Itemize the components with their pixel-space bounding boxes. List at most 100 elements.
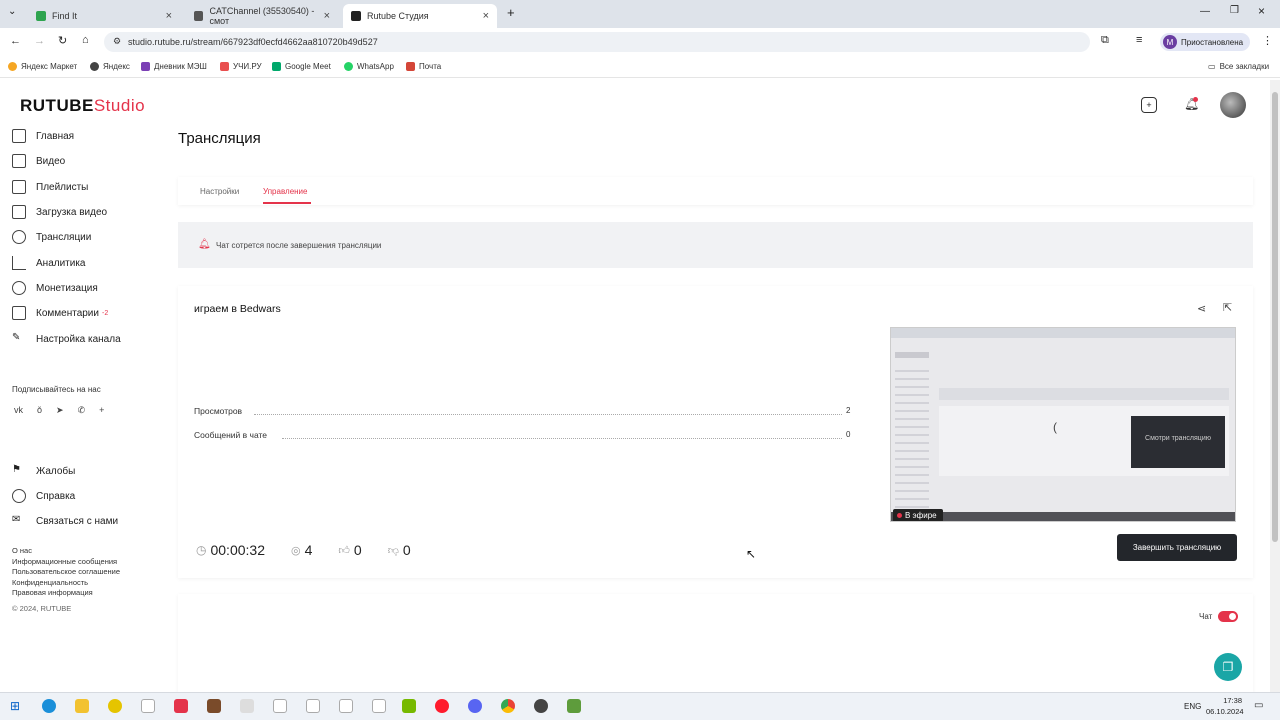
bookmark-whatsapp[interactable]: WhatsApp: [344, 62, 394, 71]
chrome-icon[interactable]: [501, 699, 515, 713]
document-icon[interactable]: [306, 699, 320, 713]
footer-link-info[interactable]: Информационные сообщения: [12, 557, 120, 568]
vk-icon[interactable]: vk: [14, 405, 23, 416]
profile-button[interactable]: M Приостановлена: [1160, 33, 1250, 51]
close-tab-icon[interactable]: ×: [483, 10, 489, 22]
browser-tab-rutube-studio[interactable]: Rutube Студия ×: [343, 4, 497, 28]
support-chat-icon[interactable]: ❐: [1214, 653, 1242, 681]
preview-bottom-bar: [891, 512, 1235, 521]
tab-favicon-icon: [194, 11, 204, 21]
bookmark-google-meet[interactable]: Google Meet: [272, 62, 331, 71]
footer-link-about[interactable]: О нас: [12, 546, 120, 557]
notifications-icon[interactable]: ▭: [1254, 700, 1263, 711]
views-value: 2: [846, 406, 851, 415]
plus-icon[interactable]: +: [99, 405, 104, 416]
clock[interactable]: 17:38 06.10.2024: [1206, 695, 1244, 717]
stream-card: играем в Bedwars ⋖ ⇱ Просмотров 2 Сообще…: [178, 286, 1253, 578]
ok-icon[interactable]: ǒ: [37, 405, 42, 416]
obs-icon[interactable]: [534, 699, 548, 713]
bookmark-uchi[interactable]: УЧИ.РУ: [220, 62, 262, 71]
browser-tab-catchannel[interactable]: CATChannel (35530540) - смот ×: [186, 4, 338, 28]
address-bar[interactable]: ⚙ studio.rutube.ru/stream/667923df0ecfd4…: [104, 32, 1090, 52]
tab-search-icon[interactable]: ⌄: [8, 6, 16, 17]
sidebar-item-playlists[interactable]: Плейлисты: [12, 178, 88, 196]
home-icon[interactable]: ⌂: [82, 34, 89, 46]
start-menu-icon[interactable]: ⊞: [10, 699, 20, 713]
telegram-icon[interactable]: ➤: [56, 405, 64, 416]
reading-list-icon[interactable]: ≡: [1136, 34, 1142, 46]
forward-icon[interactable]: →: [34, 35, 45, 47]
bookmark-label: Яндекс Маркет: [21, 62, 78, 71]
notifications-bell-icon[interactable]: 🔔︎: [1184, 97, 1199, 111]
notification-dot: [1193, 97, 1198, 102]
sidebar-item-home[interactable]: Главная: [12, 127, 74, 145]
page-scrollbar[interactable]: [1270, 80, 1280, 692]
discord-icon[interactable]: [468, 699, 482, 713]
footer-link-legal[interactable]: Правовая информация: [12, 588, 120, 599]
sidebar-item-help[interactable]: Справка: [12, 487, 75, 505]
minimize-icon[interactable]: —: [1200, 6, 1210, 17]
sidebar-item-comments[interactable]: Комментарии -2: [12, 304, 108, 322]
chat-toggle[interactable]: [1218, 611, 1238, 622]
new-tab-icon[interactable]: +: [507, 5, 515, 20]
language-indicator[interactable]: ENG: [1184, 702, 1201, 711]
rutube-studio-logo[interactable]: RUTUBEStudio: [20, 96, 145, 116]
close-window-icon[interactable]: ×: [1258, 4, 1265, 18]
sidebar-item-complaints[interactable]: ⚑ Жалобы: [12, 462, 75, 480]
end-stream-button[interactable]: Завершить трансляцию: [1117, 534, 1237, 561]
opera-icon[interactable]: [435, 699, 449, 713]
shield-app-icon[interactable]: [240, 699, 254, 713]
document-icon[interactable]: [141, 699, 155, 713]
sidebar-item-upload[interactable]: Загрузка видео: [12, 203, 107, 221]
tab-management[interactable]: Управление: [263, 187, 307, 196]
document-icon[interactable]: [273, 699, 287, 713]
document-icon[interactable]: [339, 699, 353, 713]
sidebar-item-video[interactable]: Видео: [12, 152, 65, 170]
browser-tab-find-it[interactable]: Find It ×: [28, 4, 180, 28]
bookmark-label: Почта: [419, 62, 442, 71]
browser-menu-icon[interactable]: ⋮: [1262, 34, 1273, 47]
yandex-browser-icon[interactable]: [174, 699, 188, 713]
all-bookmarks[interactable]: ▭ Все закладки: [1208, 62, 1269, 71]
minecraft-icon[interactable]: [567, 699, 581, 713]
bookmark-yandex-market[interactable]: Яндекс Маркет: [8, 62, 77, 71]
preview-overlay: Смотри трансляцию: [1131, 416, 1225, 468]
scrollbar-thumb[interactable]: [1272, 92, 1278, 542]
file-explorer-icon[interactable]: [75, 699, 89, 713]
sidebar-item-contact[interactable]: ✉ Связаться с нами: [12, 512, 118, 530]
bell-icon: 🔔︎: [198, 239, 211, 250]
stream-preview[interactable]: ( Смотри трансляцию В эфире: [890, 327, 1236, 522]
share-icon[interactable]: ⋖: [1197, 302, 1206, 315]
document-icon[interactable]: [372, 699, 386, 713]
user-avatar[interactable]: [1220, 92, 1246, 118]
sidebar-item-monetization[interactable]: Монетизация: [12, 279, 98, 297]
tab-settings[interactable]: Настройки: [200, 187, 239, 196]
sidebar-item-analytics[interactable]: Аналитика: [12, 254, 86, 272]
viewers-count: 4: [304, 542, 313, 558]
maximize-icon[interactable]: ❐: [1230, 5, 1239, 16]
site-info-icon[interactable]: ⚙: [113, 36, 121, 47]
upload-icon[interactable]: +: [1141, 97, 1157, 113]
sidebar-item-channel-settings[interactable]: ✎ Настройка канала: [12, 330, 121, 348]
app-icon[interactable]: [108, 699, 122, 713]
winrar-icon[interactable]: [207, 699, 221, 713]
bookmark-mesh[interactable]: Дневник МЭШ: [141, 62, 207, 71]
bookmark-favicon-icon: [406, 62, 415, 71]
close-tab-icon[interactable]: ×: [166, 10, 172, 22]
back-icon[interactable]: ←: [10, 35, 21, 47]
bookmark-yandex[interactable]: Яндекс: [90, 62, 130, 71]
bookmark-mail[interactable]: Почта: [406, 62, 441, 71]
sidebar-item-streams[interactable]: Трансляции: [12, 228, 91, 246]
footer-link-terms[interactable]: Пользовательское соглашение: [12, 567, 120, 578]
profile-avatar: M: [1163, 35, 1177, 49]
nvidia-icon[interactable]: [402, 699, 416, 713]
close-tab-icon[interactable]: ×: [324, 10, 330, 22]
extensions-icon[interactable]: ⧉: [1101, 34, 1109, 47]
reload-icon[interactable]: ↻: [58, 34, 67, 47]
preview-notice: [939, 388, 1229, 400]
viber-icon[interactable]: ✆: [78, 405, 86, 416]
edge-icon[interactable]: [42, 699, 56, 713]
chat-section: Чат: [178, 594, 1253, 692]
footer-link-privacy[interactable]: Конфиденциальность: [12, 578, 120, 589]
open-external-icon[interactable]: ⇱: [1223, 301, 1232, 314]
